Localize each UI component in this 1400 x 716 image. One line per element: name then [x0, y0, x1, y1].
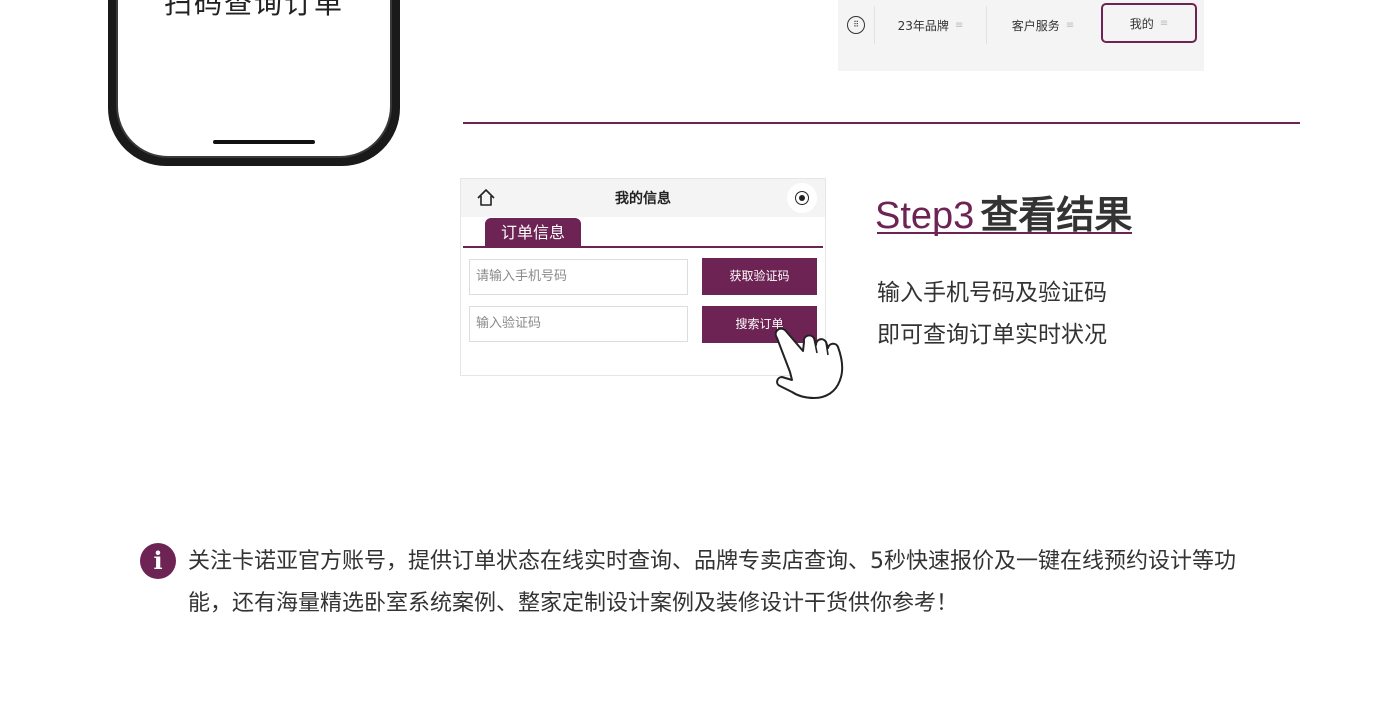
phone-caption: 扫码查询订单 [163, 0, 344, 20]
keyboard-button[interactable]: ⠿ [838, 6, 875, 44]
target-icon[interactable] [787, 183, 817, 213]
hand-pointer-icon [774, 327, 844, 399]
code-input[interactable]: 输入验证码 [469, 306, 688, 342]
info-icon: i [140, 543, 176, 579]
phone-screen: 扫码查询订单 [116, 0, 392, 158]
get-code-button[interactable]: 获取验证码 [702, 258, 817, 295]
step3-line-2: 即可查询订单实时状况 [877, 322, 1107, 348]
tab-service-label: 客户服务 [1011, 18, 1060, 33]
tab-brand[interactable]: 23年品牌 ≡ [875, 6, 987, 44]
screen-title: 我的信息 [615, 191, 671, 207]
step3-underline [877, 232, 1132, 234]
step3-prefix: Step3 [875, 195, 975, 237]
menu-icon: ≡ [1159, 17, 1169, 29]
tab-underline [463, 246, 823, 248]
step3-description: 输入手机号码及验证码 即可查询订单实时状况 [877, 272, 1107, 356]
target-ring [795, 191, 809, 205]
step3-line-1: 输入手机号码及验证码 [877, 280, 1107, 306]
tab-bar: ⠿ 23年品牌 ≡ 客户服务 ≡ 我的 ≡ [838, 0, 1204, 71]
target-dot [799, 195, 805, 201]
menu-icon: ≡ [1065, 19, 1075, 31]
phone-input[interactable]: 请输入手机号码 [469, 259, 688, 295]
keyboard-icon: ⠿ [847, 16, 865, 34]
tab-brand-label: 23年品牌 [897, 18, 949, 33]
phone-mockup: 扫码查询订单 [108, 0, 400, 166]
tab-mine-label: 我的 [1129, 16, 1154, 31]
step3-title: Step3 查看结果 [875, 184, 1132, 239]
tab-service[interactable]: 客户服务 ≡ [987, 6, 1099, 44]
screen-header: 我的信息 [461, 179, 825, 217]
step3-name: 查看结果 [980, 195, 1133, 237]
tab-mine[interactable]: 我的 ≡ [1101, 3, 1197, 43]
phone-home-indicator [213, 140, 315, 144]
tab-order-info[interactable]: 订单信息 [485, 218, 581, 247]
section-divider [463, 122, 1300, 124]
menu-icon: ≡ [954, 19, 964, 31]
info-note-text: 关注卡诺亚官方账号，提供订单状态在线实时查询、品牌专卖店查询、5秒快速报价及一键… [188, 549, 1237, 616]
